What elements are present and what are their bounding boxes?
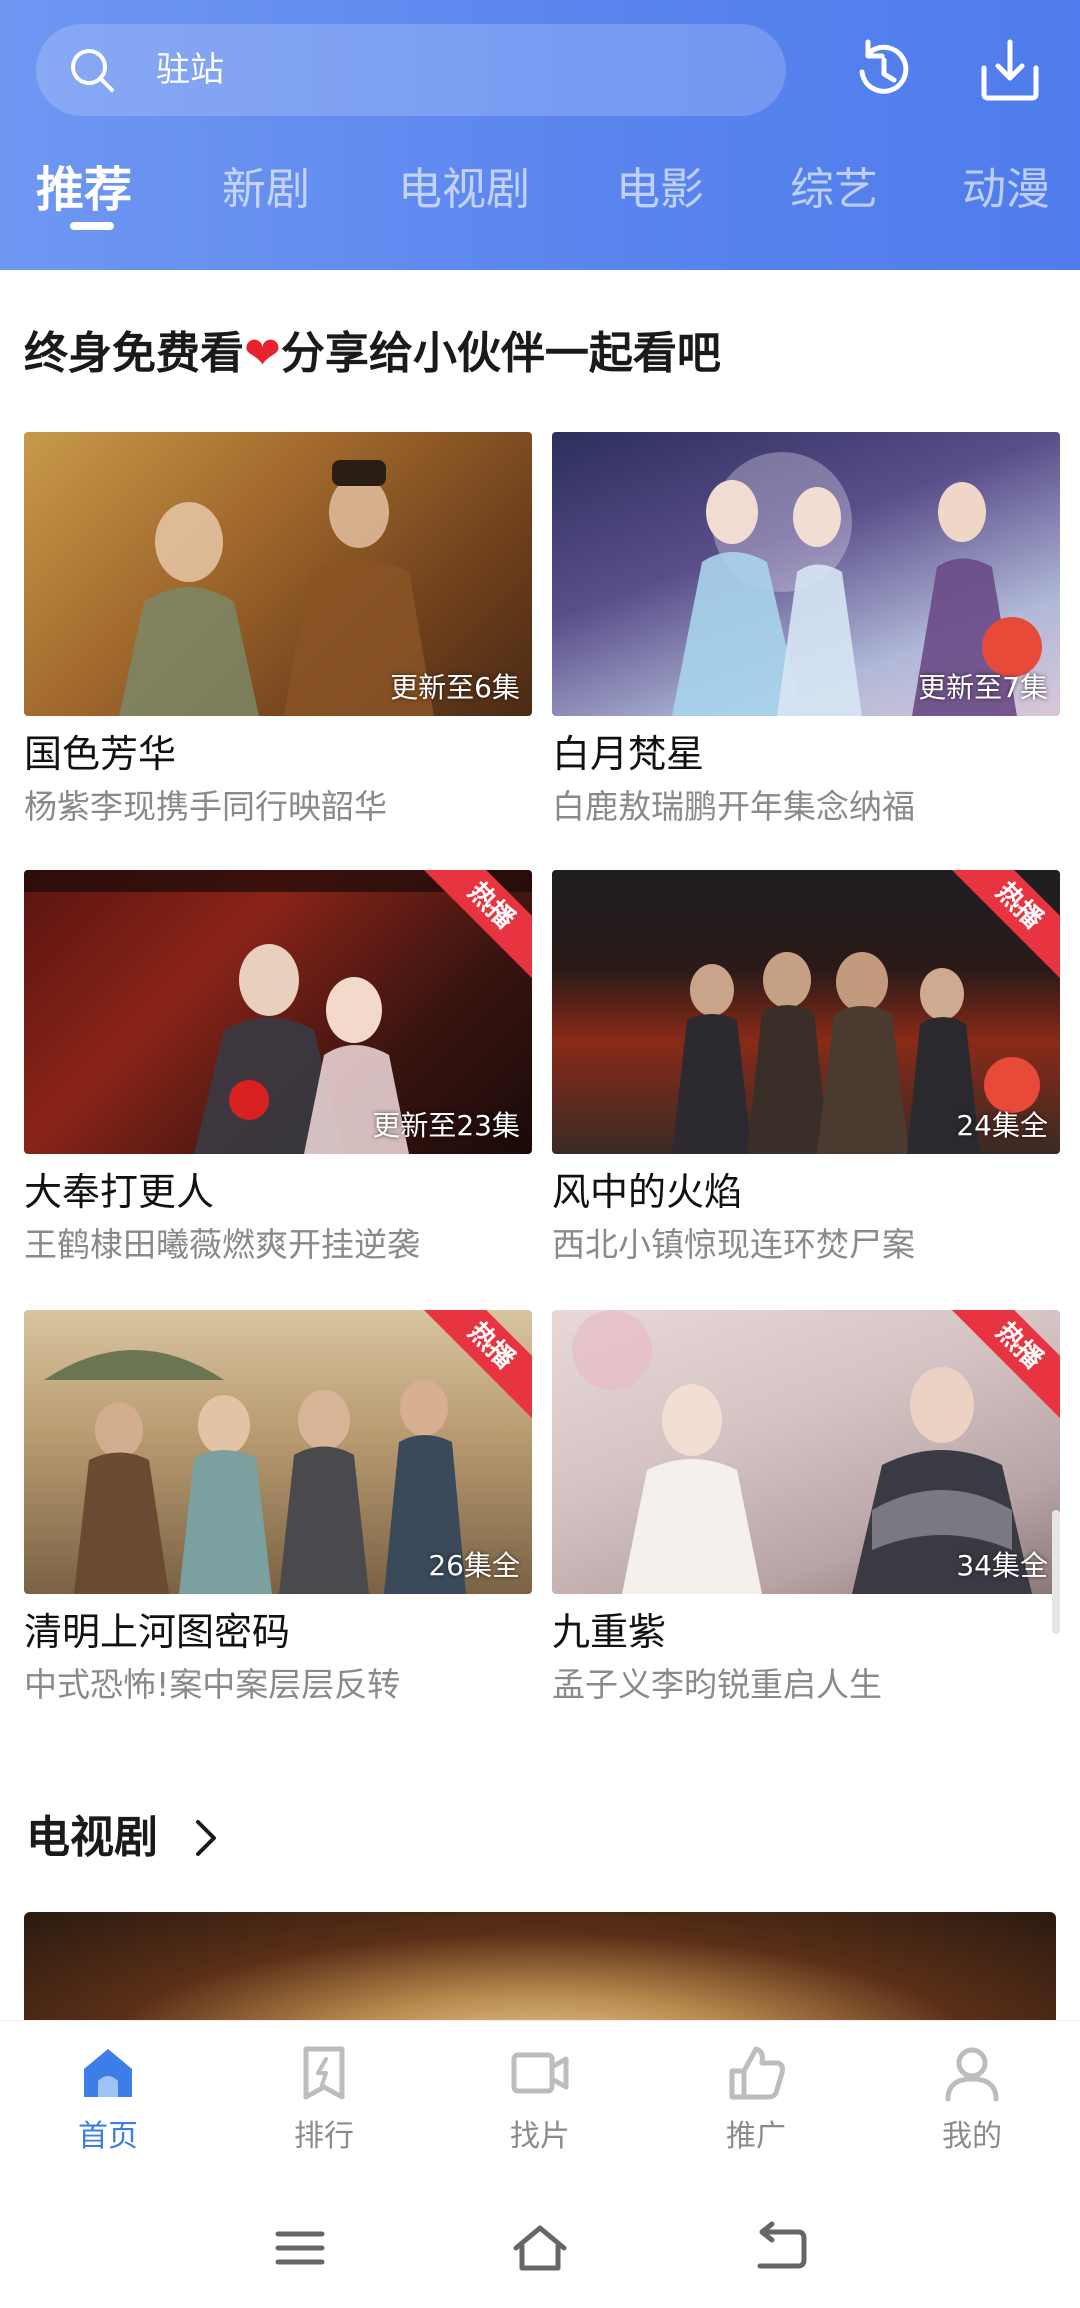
nav-label: 推广 <box>726 2119 786 2154</box>
episode-badge: 更新至23集 <box>372 1109 520 1142</box>
download-icon[interactable] <box>974 34 1046 106</box>
tab-anime[interactable]: 动漫 <box>962 160 1050 220</box>
drama-card[interactable]: 更新至7集 白月梵星 白鹿敖瑞鹏开年集念纳福 <box>552 432 1060 830</box>
drama-title[interactable]: 清明上河图密码 <box>24 1606 532 1658</box>
poster-image[interactable]: 热播 34集全 <box>552 1310 1060 1594</box>
poster-image[interactable]: 热播 更新至23集 <box>24 870 532 1154</box>
search-bar[interactable]: 驻站 <box>36 24 786 116</box>
menu-icon[interactable] <box>270 2218 330 2278</box>
home-system-icon[interactable] <box>510 2218 570 2278</box>
nav-promote[interactable]: 推广 <box>696 2041 816 2159</box>
drama-card[interactable]: 热播 更新至23集 大奉打更人 王鹤棣田曦薇燃爽开挂逆袭 <box>24 870 532 1268</box>
nav-find[interactable]: 找片 <box>480 2041 600 2159</box>
heart-icon: ❤ <box>244 328 281 379</box>
drama-subtitle: 中式恐怖!案中案层层反转 <box>24 1665 401 1704</box>
system-navigation-bar <box>0 2188 1080 2308</box>
nav-home[interactable]: 首页 <box>48 2041 168 2159</box>
nav-rank[interactable]: 排行 <box>264 2041 384 2159</box>
search-placeholder[interactable]: 驻站 <box>156 48 224 92</box>
section-title: 终身免费看❤分享给小伙伴一起看吧 <box>24 324 721 384</box>
search-icon <box>71 49 114 92</box>
drama-card[interactable]: 更新至6集 国色芳华 杨紫李现携手同行映韶华 <box>24 432 532 830</box>
tv-section-title[interactable]: 电视剧 <box>26 1808 158 1868</box>
nav-mine[interactable]: 我的 <box>912 2041 1032 2159</box>
poster-image[interactable]: 更新至6集 <box>24 432 532 716</box>
tv-banner-image[interactable] <box>24 1912 1056 2030</box>
drama-title[interactable]: 国色芳华 <box>24 728 532 780</box>
drama-card[interactable]: 热播 26集全 清明上河图密码 中式恐怖!案中案层层反转 <box>24 1310 532 1708</box>
tab-new-drama[interactable]: 新剧 <box>222 160 310 220</box>
drama-subtitle: 杨紫李现携手同行映韶华 <box>24 787 387 826</box>
section-title-after: 分享给小伙伴一起看吧 <box>280 328 721 379</box>
episode-badge: 更新至6集 <box>390 671 520 704</box>
active-tab-indicator <box>70 222 114 230</box>
chevron-right-icon[interactable] <box>186 1812 226 1864</box>
top-header: 驻站 推荐 新剧 电视剧 电影 综艺 动漫 <box>0 0 1080 270</box>
tab-variety[interactable]: 综艺 <box>790 160 878 220</box>
home-icon <box>84 2049 132 2097</box>
poster-image[interactable]: 热播 24集全 <box>552 870 1060 1154</box>
rank-icon <box>303 2046 345 2100</box>
drama-title[interactable]: 大奉打更人 <box>24 1166 532 1218</box>
episode-badge: 34集全 <box>956 1549 1048 1582</box>
tab-tv-series[interactable]: 电视剧 <box>398 160 530 220</box>
episode-badge: 24集全 <box>956 1109 1048 1142</box>
scroll-indicator[interactable] <box>1052 1510 1060 1634</box>
episode-badge: 26集全 <box>428 1549 520 1582</box>
history-icon[interactable] <box>846 34 918 106</box>
drama-title[interactable]: 九重紫 <box>552 1606 1060 1658</box>
section-title-before: 终身免费看 <box>24 328 244 379</box>
drama-subtitle: 白鹿敖瑞鹏开年集念纳福 <box>552 787 915 826</box>
nav-label: 找片 <box>510 2119 570 2154</box>
drama-subtitle: 王鹤棣田曦薇燃爽开挂逆袭 <box>24 1225 420 1264</box>
drama-card[interactable]: 热播 34集全 九重紫 孟子义李昀锐重启人生 <box>552 1310 1060 1708</box>
episode-badge: 更新至7集 <box>918 671 1048 704</box>
nav-label: 排行 <box>294 2119 354 2154</box>
poster-image[interactable]: 更新至7集 <box>552 432 1060 716</box>
video-icon <box>511 2052 569 2094</box>
nav-label: 我的 <box>942 2119 1002 2154</box>
category-tabs: 推荐 新剧 电视剧 电影 综艺 动漫 <box>0 150 1080 250</box>
user-icon <box>945 2047 999 2102</box>
poster-image[interactable]: 热播 26集全 <box>24 1310 532 1594</box>
drama-title[interactable]: 风中的火焰 <box>552 1166 1060 1218</box>
nav-label: 首页 <box>78 2119 138 2154</box>
bottom-navigation: 首页 排行 找片 推广 我的 <box>0 2020 1080 2189</box>
drama-subtitle: 西北小镇惊现连环焚尸案 <box>552 1225 915 1264</box>
drama-subtitle: 孟子义李昀锐重启人生 <box>552 1665 882 1704</box>
back-icon[interactable] <box>750 2218 810 2278</box>
tab-recommend[interactable]: 推荐 <box>36 160 132 220</box>
drama-title[interactable]: 白月梵星 <box>552 728 1060 780</box>
thumb-icon <box>729 2046 785 2100</box>
drama-card[interactable]: 热播 24集全 风中的火焰 西北小镇惊现连环焚尸案 <box>552 870 1060 1268</box>
tab-movie[interactable]: 电影 <box>616 160 704 220</box>
